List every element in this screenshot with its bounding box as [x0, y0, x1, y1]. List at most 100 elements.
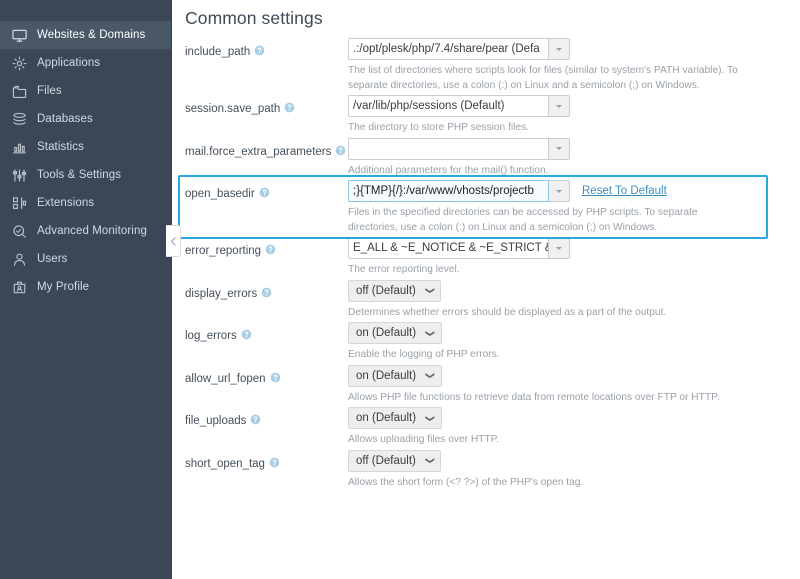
select-file-uploads[interactable]: on (Default) ❯	[348, 407, 442, 429]
setting-control-log-errors: on (Default) ❯ Enable the logging of PHP e…	[348, 322, 800, 365]
setting-label-text: open_basedir	[185, 188, 255, 200]
chevron-down-icon: ❯	[425, 414, 436, 422]
sidebar-item-label: Users	[37, 253, 68, 265]
select-display-errors[interactable]: off (Default) ❯	[348, 279, 442, 302]
user-icon	[11, 251, 28, 268]
text-input-group: .:/opt/plesk/php/7.4/share/pear (Defa	[348, 38, 570, 60]
setting-row-short-open-tag: short_open_tag off (Default) ❯ Allows the s…	[185, 449, 800, 493]
setting-control-allow-url-fopen: on (Default) ❯ Allows PHP file functions t…	[348, 364, 800, 408]
chevron-down-icon	[556, 104, 562, 108]
setting-control-file-uploads: on (Default) ❯ Allows uploading files over…	[348, 407, 800, 450]
setting-control-session-save-path: /var/lib/php/sessions (Default) The direc…	[348, 95, 800, 138]
sidebar-item-databases[interactable]: Databases	[0, 105, 172, 133]
sidebar-item-extensions[interactable]: Extensions	[0, 189, 172, 217]
sidebar-item-tools-settings[interactable]: Tools & Settings	[0, 161, 172, 189]
id-badge-icon	[11, 279, 28, 296]
sidebar-item-users[interactable]: Users	[0, 245, 172, 273]
extensions-icon	[11, 195, 28, 212]
main-sidebar: Websites & Domains Applications Files Datab…	[0, 0, 172, 579]
help-icon[interactable]	[269, 457, 280, 468]
sidebar-item-label: Advanced Monitoring	[37, 225, 147, 237]
setting-row-mail-force-extra-parameters: mail.force_extra_parameters Additional pa…	[185, 137, 800, 181]
setting-description: The list of directories where scripts lo…	[348, 65, 738, 91]
setting-description: Files in the specified directories can b…	[348, 207, 698, 233]
help-icon[interactable]	[261, 287, 272, 298]
chevron-down-icon: ❯	[425, 371, 436, 380]
setting-row-session-save-path: session.save_path/var/lib/php/sessions (…	[185, 95, 800, 138]
control-inline-wrap: E_ALL & ~E_NOTICE & ~E_STRICT & ~E	[348, 237, 800, 259]
sidebar-collapse-button[interactable]	[166, 225, 181, 257]
setting-description: Additional parameters for the mail() fun…	[348, 164, 549, 176]
setting-label-text: log_errors	[185, 330, 237, 342]
control-inline-wrap: off (Default) ❯	[348, 449, 800, 472]
setting-description: The directory to store PHP session files…	[348, 122, 529, 133]
setting-label-text: file_uploads	[185, 415, 247, 427]
folder-icon	[11, 83, 28, 100]
setting-label-open-basedir: open_basedir	[185, 180, 348, 201]
chevron-down-icon	[556, 147, 562, 150]
help-icon[interactable]	[254, 45, 265, 56]
select-value: on (Default)	[356, 327, 417, 339]
setting-description: Enable the logging of PHP errors.	[348, 349, 500, 360]
help-icon[interactable]	[335, 145, 346, 156]
text-input-group: /var/lib/php/sessions (Default)	[348, 95, 570, 117]
setting-control-open-basedir: ;}{TMP}{/}:/var/www/vhosts/projectb Reset…	[348, 180, 800, 237]
sidebar-item-my-profile[interactable]: My Profile	[0, 273, 172, 301]
setting-label-short-open-tag: short_open_tag	[185, 450, 348, 471]
input-mail-force-extra-parameters[interactable]	[348, 137, 549, 160]
input-error-reporting[interactable]: E_ALL & ~E_NOTICE & ~E_STRICT & ~E	[348, 237, 549, 259]
setting-label-log-errors: log_errors	[185, 322, 348, 343]
sidebar-item-websites-domains[interactable]: Websites & Domains	[0, 21, 172, 49]
control-inline-wrap: ;}{TMP}{/}:/var/www/vhosts/projectb Reset…	[348, 180, 800, 202]
setting-label-display-errors: display_errors	[185, 280, 348, 301]
help-icon[interactable]	[265, 244, 276, 255]
setting-label-text: mail.force_extra_parameters	[185, 145, 332, 158]
input-open-basedir[interactable]: ;}{TMP}{/}:/var/www/vhosts/projectb	[348, 180, 549, 202]
setting-label-text: display_errors	[185, 287, 258, 300]
control-inline-wrap	[348, 137, 800, 160]
sidebar-item-files[interactable]: Files	[0, 77, 172, 105]
sidebar-item-advanced-monitoring[interactable]: Advanced Monitoring	[0, 217, 172, 245]
setting-label-text: short_open_tag	[185, 457, 265, 470]
input-include-path[interactable]: .:/opt/plesk/php/7.4/share/pear (Defa	[348, 38, 549, 60]
setting-row-error-reporting: error_reporting E_ALL & ~E_NOTICE & ~E_ST…	[185, 237, 800, 280]
setting-row-log-errors: log_errors on (Default) ❯ Enable the loggin…	[185, 322, 800, 365]
dropdown-toggle-button[interactable]	[549, 237, 570, 259]
setting-row-include-path: include_path .:/opt/plesk/php/7.4/share/p…	[185, 38, 800, 95]
sidebar-item-label: Files	[37, 85, 62, 97]
setting-control-error-reporting: E_ALL & ~E_NOTICE & ~E_STRICT & ~E The er…	[348, 237, 800, 280]
help-icon[interactable]	[259, 187, 270, 198]
php-settings-form: include_path .:/opt/plesk/php/7.4/share/p…	[172, 29, 800, 492]
select-value: on (Default)	[356, 412, 417, 424]
monitor-icon	[11, 27, 28, 44]
chevron-down-icon: ❯	[425, 329, 436, 337]
dropdown-toggle-button[interactable]	[549, 137, 570, 160]
setting-label-text: error_reporting	[185, 245, 262, 257]
control-inline-wrap: on (Default) ❯	[348, 364, 800, 387]
input-session-save-path[interactable]: /var/lib/php/sessions (Default)	[348, 95, 549, 117]
help-icon[interactable]	[284, 102, 295, 113]
chevron-down-icon	[556, 189, 562, 193]
sliders-icon	[11, 167, 28, 184]
sidebar-item-label: Applications	[37, 57, 101, 69]
dropdown-toggle-button[interactable]	[549, 180, 570, 202]
page-title: Common settings	[185, 8, 323, 28]
dropdown-toggle-button[interactable]	[549, 38, 570, 60]
help-icon[interactable]	[270, 372, 281, 383]
help-icon[interactable]	[241, 329, 252, 340]
help-icon[interactable]	[250, 414, 261, 425]
database-icon	[11, 111, 28, 128]
dropdown-toggle-button[interactable]	[549, 95, 570, 117]
select-short-open-tag[interactable]: off (Default) ❯	[348, 449, 442, 472]
bar-chart-icon	[11, 139, 28, 156]
setting-description: Allows the short form (<? ?>) of the PHP…	[348, 476, 584, 488]
sidebar-item-label: Databases	[37, 113, 93, 125]
sidebar-item-applications[interactable]: Applications	[0, 49, 172, 77]
setting-row-display-errors: display_errors off (Default) ❯ Determines w…	[185, 279, 800, 323]
select-log-errors[interactable]: on (Default) ❯	[348, 322, 442, 344]
sidebar-item-statistics[interactable]: Statistics	[0, 133, 172, 161]
setting-row-file-uploads: file_uploads on (Default) ❯ Allows uploadin…	[185, 407, 800, 450]
select-allow-url-fopen[interactable]: on (Default) ❯	[348, 364, 442, 387]
setting-label-error-reporting: error_reporting	[185, 237, 348, 258]
reset-to-default-link[interactable]: Reset To Default	[582, 185, 667, 197]
